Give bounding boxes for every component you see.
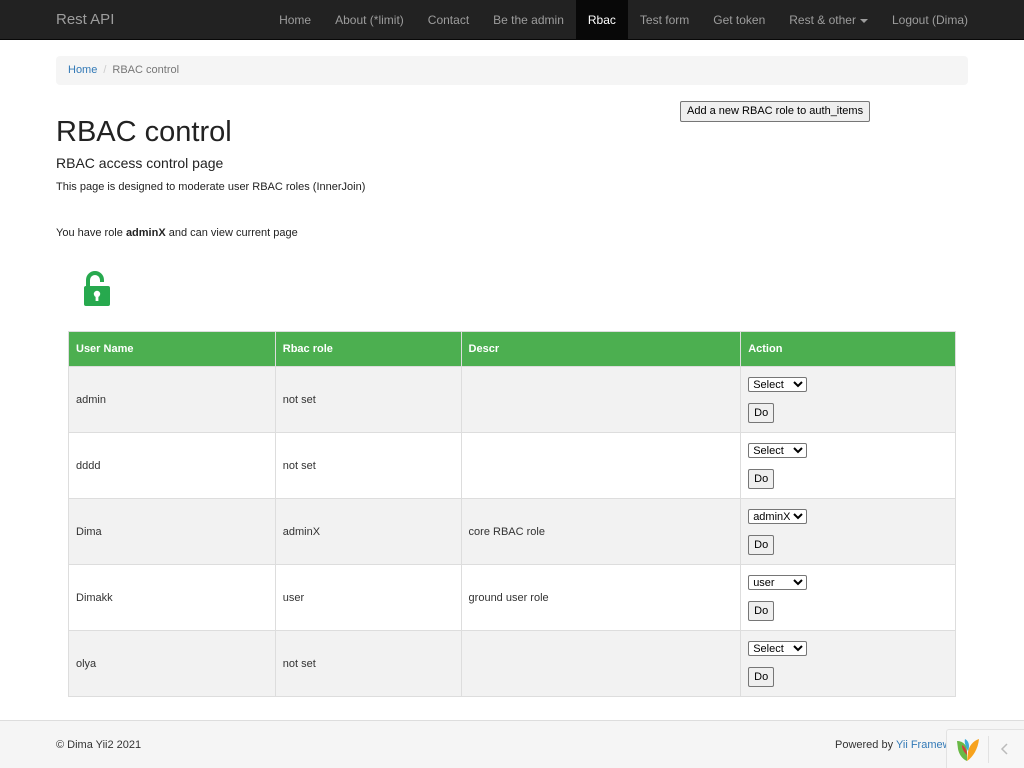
do-button[interactable]: Do <box>748 402 775 423</box>
cell-action: Select Do <box>740 630 956 697</box>
current-role-name: adminX <box>125 227 166 239</box>
cell-action: user Do <box>740 564 956 631</box>
breadcrumb-home-link[interactable]: Home <box>68 64 97 76</box>
page-description: This page is designed to moderate user R… <box>56 181 366 193</box>
powered-by-prefix: Powered by <box>835 739 896 751</box>
current-role-text: You have role adminX and can view curren… <box>56 226 298 240</box>
page-footer: © Dima Yii2 2021 Powered by Yii Framew <box>0 720 1024 768</box>
cell-user-name: dddd <box>68 432 276 499</box>
navbar-menu: Home About (*limit) Contact Be the admin… <box>267 0 980 40</box>
yii-debug-toolbar[interactable] <box>946 729 1024 768</box>
cell-descr: core RBAC role <box>460 498 742 565</box>
cell-user-name: Dima <box>68 498 276 565</box>
cell-descr <box>460 366 742 433</box>
breadcrumb-current: RBAC control <box>112 64 180 76</box>
toolbar-divider <box>988 736 989 763</box>
role-select[interactable]: adminX <box>748 508 808 524</box>
nav-item-test-form[interactable]: Test form <box>628 0 701 40</box>
nav-item-rbac[interactable]: Rbac <box>575 0 628 40</box>
unlock-icon <box>84 271 110 306</box>
table-row: admin not set Select Do <box>68 366 956 433</box>
nav-item-about[interactable]: About (*limit) <box>323 0 416 40</box>
cell-rbac-role: not set <box>274 432 462 499</box>
nav-item-logout[interactable]: Logout (Dima) <box>880 0 980 40</box>
cell-action: Select Do <box>740 432 956 499</box>
navbar-brand[interactable]: Rest API <box>56 0 114 40</box>
caret-down-icon <box>859 18 868 23</box>
cell-descr: ground user role <box>460 564 742 631</box>
nav-item-rest-other-label: Rest & other <box>789 13 856 27</box>
cell-descr <box>460 630 742 697</box>
role-select[interactable]: Select <box>748 376 808 392</box>
table-row: olya not set Select Do <box>68 630 956 697</box>
column-header-descr: Descr <box>460 331 742 367</box>
footer-powered-by: Powered by Yii Framew <box>835 739 951 751</box>
do-button[interactable]: Do <box>748 534 775 555</box>
table-row: Dimakk user ground user role user Do <box>68 564 956 631</box>
nav-item-be-the-admin[interactable]: Be the admin <box>481 0 576 40</box>
rbac-users-table: User Name Rbac role Descr Action admin n… <box>68 331 956 697</box>
nav-item-get-token[interactable]: Get token <box>701 0 777 40</box>
cell-rbac-role: user <box>274 564 462 631</box>
cell-action: Select Do <box>740 366 956 433</box>
column-header-action: Action <box>740 331 956 367</box>
page-title: RBAC control <box>56 116 232 148</box>
footer-copyright: © Dima Yii2 2021 <box>56 739 142 751</box>
role-prefix: You have role <box>56 227 126 239</box>
nav-item-rest-other-dropdown[interactable]: Rest & other <box>777 0 880 40</box>
nav-item-home[interactable]: Home <box>267 0 323 40</box>
yii-framework-link[interactable]: Yii Framew <box>896 739 951 751</box>
role-select[interactable]: Select <box>748 640 808 656</box>
top-navbar: Rest API Home About (*limit) Contact Be … <box>0 0 1024 40</box>
table-row: Dima adminX core RBAC role adminX Do <box>68 498 956 565</box>
column-header-rbac-role: Rbac role <box>274 331 462 367</box>
cell-action: adminX Do <box>740 498 956 565</box>
table-header-row: User Name Rbac role Descr Action <box>68 331 956 367</box>
do-button[interactable]: Do <box>748 468 775 489</box>
chevron-left-icon[interactable] <box>999 742 1011 756</box>
yii-logo-icon <box>957 739 979 761</box>
cell-rbac-role: adminX <box>274 498 462 565</box>
page-subtitle: RBAC access control page <box>56 155 224 171</box>
add-rbac-role-button[interactable]: Add a new RBAC role to auth_items <box>680 101 871 122</box>
role-select[interactable]: user <box>748 574 808 590</box>
role-suffix: and can view current page <box>165 227 298 239</box>
breadcrumb-separator: / <box>103 64 107 76</box>
do-button[interactable]: Do <box>748 600 775 621</box>
cell-user-name: admin <box>68 366 276 433</box>
table-row: dddd not set Select Do <box>68 432 956 499</box>
cell-rbac-role: not set <box>274 366 462 433</box>
breadcrumb: Home / RBAC control <box>56 56 968 85</box>
cell-descr <box>460 432 742 499</box>
role-select[interactable]: Select <box>748 442 808 458</box>
do-button[interactable]: Do <box>748 666 775 687</box>
column-header-user-name: User Name <box>68 331 276 367</box>
cell-user-name: Dimakk <box>68 564 276 631</box>
cell-user-name: olya <box>68 630 276 697</box>
nav-item-contact[interactable]: Contact <box>416 0 481 40</box>
cell-rbac-role: not set <box>274 630 462 697</box>
